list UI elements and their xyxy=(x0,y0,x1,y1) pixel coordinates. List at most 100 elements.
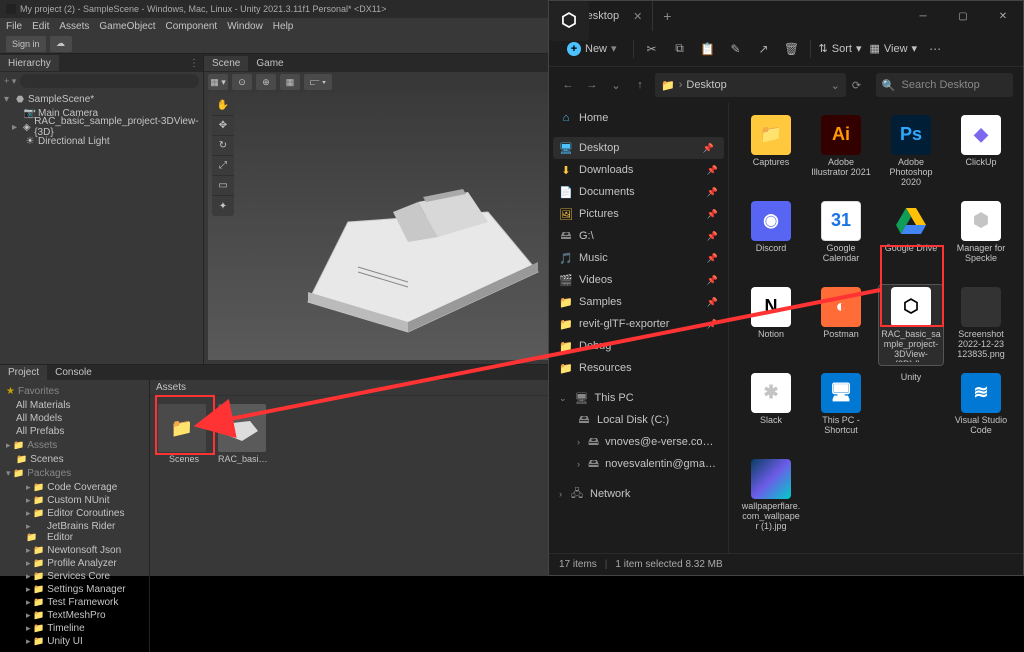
packages-section[interactable]: ▾ 📁Packages xyxy=(0,466,149,481)
sidebar-drive-e[interactable]: ›🖴vnoves@e-verse.com - Google D… (E:) xyxy=(549,431,728,453)
package-item[interactable]: ▸ 📁Newtonsoft Json xyxy=(0,544,149,557)
nav-forward-icon[interactable]: → xyxy=(583,79,601,91)
sidebar-network[interactable]: ›🖧Network xyxy=(549,483,728,505)
rename-icon[interactable]: ✎ xyxy=(726,42,746,56)
copy-icon[interactable]: ⧉ xyxy=(670,41,690,56)
package-item[interactable]: ▸ 📁Editor Coroutines xyxy=(0,507,149,520)
menu-assets[interactable]: Assets xyxy=(59,21,89,32)
file-item[interactable]: AiAdobe Illustrator 2021 xyxy=(809,113,873,193)
sort-dropdown[interactable]: ⇅ Sort ▾ xyxy=(819,42,862,55)
menu-help[interactable]: Help xyxy=(273,21,294,32)
package-item[interactable]: ▸ 📁Unity UI xyxy=(0,635,149,648)
sidebar-videos[interactable]: 🎬Videos📌 xyxy=(549,269,728,291)
address-bar[interactable]: 📁 › Desktop ⌄ xyxy=(655,73,846,97)
sidebar-debug[interactable]: 📁Debug xyxy=(549,335,728,357)
package-item[interactable]: ▸ 📁Settings Manager xyxy=(0,583,149,596)
package-item[interactable]: ▸ 📁Code Coverage xyxy=(0,481,149,494)
menu-component[interactable]: Component xyxy=(166,21,218,32)
explorer-search-input[interactable]: 🔍 Search Desktop xyxy=(876,73,1013,97)
sidebar-downloads[interactable]: ⬇Downloads📌 xyxy=(549,159,728,181)
grid-button[interactable]: ▦ xyxy=(280,74,300,90)
minimize-icon[interactable]: ─ xyxy=(903,1,943,31)
nav-recent-icon[interactable]: ⌄ xyxy=(607,79,625,92)
favorite-item[interactable]: All Prefabs xyxy=(0,425,149,438)
package-item[interactable]: ▸ 📁Test Framework xyxy=(0,596,149,609)
snap-button[interactable]: ⫍ ▾ xyxy=(304,74,332,90)
hierarchy-tab[interactable]: Hierarchy xyxy=(0,55,59,71)
console-tab[interactable]: Console xyxy=(47,365,100,380)
transform-tool[interactable]: ✦ xyxy=(212,196,234,216)
more-icon[interactable]: ⋯ xyxy=(925,42,945,56)
file-item[interactable]: Google Drive xyxy=(879,199,943,279)
scene-tab[interactable]: Scene xyxy=(204,56,248,71)
hierarchy-search[interactable] xyxy=(20,74,199,88)
hand-tool[interactable]: ✋ xyxy=(212,96,234,116)
assets-section[interactable]: ▸ 📁Assets xyxy=(0,438,149,453)
menu-edit[interactable]: Edit xyxy=(32,21,49,32)
file-item[interactable]: ◆ClickUp xyxy=(949,113,1013,193)
panel-menu-icon[interactable]: ⋮ xyxy=(189,58,203,69)
create-dropdown[interactable]: + ▾ xyxy=(4,76,16,87)
rotate-tool[interactable]: ↻ xyxy=(212,136,234,156)
sidebar-desktop[interactable]: 🖥Desktop📌 xyxy=(553,137,724,159)
sidebar-resources[interactable]: 📁Resources xyxy=(549,357,728,379)
sidebar-drive-g[interactable]: 🖴G:\📌 xyxy=(549,225,728,247)
sidebar-drive-c[interactable]: 🖴Local Disk (C:) xyxy=(549,409,728,431)
view-dropdown[interactable]: ▦ View ▾ xyxy=(869,42,917,55)
package-item[interactable]: ▸ 📁Profile Analyzer xyxy=(0,557,149,570)
local-button[interactable]: ⊕ xyxy=(256,74,276,90)
favorite-item[interactable]: All Models xyxy=(0,412,149,425)
cut-icon[interactable]: ✂ xyxy=(642,42,662,56)
pivot-button[interactable]: ⊙ xyxy=(232,74,252,90)
file-item[interactable]: 📁Captures xyxy=(739,113,803,193)
close-tab-icon[interactable]: ✕ xyxy=(633,10,642,23)
asset-model-imported[interactable]: RAC_basic... xyxy=(218,404,270,464)
scale-tool[interactable]: ⤢ xyxy=(212,156,234,176)
file-item[interactable]: ◐Postman xyxy=(809,285,873,365)
file-item[interactable]: ⬡Unity xyxy=(879,371,943,451)
sidebar-drive-h[interactable]: ›🖴novesvalentin@gmail.com - Goo… (H:) xyxy=(549,453,728,475)
asset-folder[interactable]: 📁 Scenes xyxy=(158,404,210,464)
package-item[interactable]: ▸ 📁Timeline xyxy=(0,622,149,635)
sidebar-pictures[interactable]: 🖼Pictures📌 xyxy=(549,203,728,225)
favorites-section[interactable]: ★Favorites xyxy=(0,384,149,399)
cloud-button[interactable]: ☁ xyxy=(50,36,72,52)
file-item[interactable]: ✱Slack xyxy=(739,371,803,451)
file-item[interactable]: ⬡RAC_basic_sample_project-3DView-{3D}.fb… xyxy=(879,285,943,365)
menu-gameobject[interactable]: GameObject xyxy=(99,21,155,32)
hierarchy-item[interactable]: ▸◈RAC_basic_sample_project-3DView-{3D} xyxy=(0,120,203,134)
assets-item[interactable]: 📁Scenes xyxy=(0,453,149,466)
file-item[interactable]: 31Google Calendar xyxy=(809,199,873,279)
sidebar-music[interactable]: 🎵Music📌 xyxy=(549,247,728,269)
close-icon[interactable]: ✕ xyxy=(983,1,1023,31)
sidebar-thispc[interactable]: ⌄🖥This PC xyxy=(549,387,728,409)
project-tab[interactable]: Project xyxy=(0,365,47,380)
move-tool[interactable]: ✥ xyxy=(212,116,234,136)
sidebar-revit-exporter[interactable]: 📁revit-glTF-exporter📌 xyxy=(549,313,728,335)
share-icon[interactable]: ↗ xyxy=(754,42,774,56)
rect-tool[interactable]: ▭ xyxy=(212,176,234,196)
explorer-titlebar[interactable]: 📁 Desktop ✕ + ─ ▢ ✕ xyxy=(549,1,1023,31)
package-item[interactable]: ▸ 📁TextMeshPro xyxy=(0,609,149,622)
file-item[interactable]: ◉Discord xyxy=(739,199,803,279)
package-item[interactable]: ▸ 📁JetBrains Rider Editor xyxy=(0,520,149,544)
sidebar-samples[interactable]: 📁Samples📌 xyxy=(549,291,728,313)
nav-up-icon[interactable]: ↑ xyxy=(631,79,649,91)
file-item[interactable]: NNotion xyxy=(739,285,803,365)
nav-back-icon[interactable]: ← xyxy=(559,79,577,91)
package-item[interactable]: ▸ 📁Services Core xyxy=(0,570,149,583)
favorite-item[interactable]: All Materials xyxy=(0,399,149,412)
package-item[interactable]: ▸ 📁Custom NUnit xyxy=(0,494,149,507)
paste-icon[interactable]: 📋 xyxy=(698,42,718,56)
file-item[interactable]: PsAdobe Photoshop 2020 xyxy=(879,113,943,193)
delete-icon[interactable]: 🗑 xyxy=(782,42,802,56)
file-item[interactable]: wallpaperflare.com_wallpaper (1).jpg xyxy=(739,457,803,537)
sidebar-documents[interactable]: 📄Documents📌 xyxy=(549,181,728,203)
file-item[interactable]: 🖥This PC - Shortcut xyxy=(809,371,873,451)
file-item[interactable]: ⬢Manager for Speckle xyxy=(949,199,1013,279)
file-item[interactable]: ≋Visual Studio Code xyxy=(949,371,1013,451)
maximize-icon[interactable]: ▢ xyxy=(943,1,983,31)
signin-button[interactable]: Sign in xyxy=(6,36,46,52)
menu-file[interactable]: File xyxy=(6,21,22,32)
sidebar-home[interactable]: ⌂Home xyxy=(549,107,728,129)
